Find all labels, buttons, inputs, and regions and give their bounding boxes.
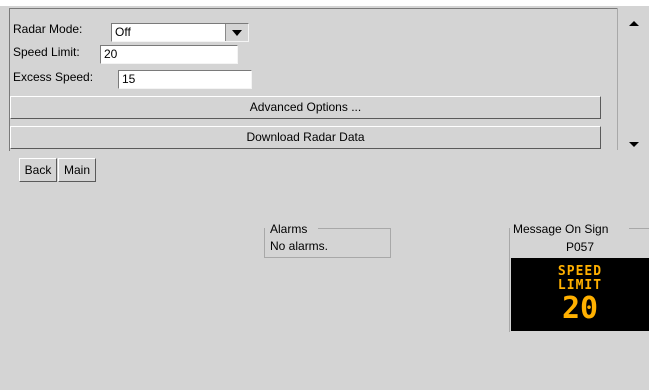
- radar-mode-label: Radar Mode:: [13, 22, 83, 36]
- sign-title: Message On Sign: [513, 222, 611, 236]
- speed-limit-label: Speed Limit:: [13, 45, 80, 59]
- advanced-options-button[interactable]: Advanced Options ...: [10, 96, 601, 119]
- excess-speed-label: Excess Speed:: [13, 70, 94, 84]
- main-button[interactable]: Main: [58, 158, 96, 182]
- sign-display: SPEED LIMIT 20: [511, 258, 649, 331]
- sign-group-left-border: [509, 228, 510, 332]
- chevron-down-icon[interactable]: [225, 24, 248, 41]
- radar-settings-panel: Radar Mode: Off Speed Limit: 20 Excess S…: [9, 8, 618, 151]
- sign-line-1: SPEED: [557, 264, 603, 279]
- sign-group-top-border: [629, 228, 649, 229]
- sign-line-3: 20: [561, 291, 599, 326]
- excess-speed-field[interactable]: 15: [118, 70, 252, 89]
- sign-id: P057: [566, 240, 595, 254]
- window: Radar Mode: Off Speed Limit: 20 Excess S…: [0, 0, 649, 390]
- alarms-group-top-border: [318, 228, 390, 229]
- vertical-scrollbar[interactable]: [617, 8, 649, 153]
- back-button[interactable]: Back: [19, 158, 57, 182]
- radar-mode-value: Off: [115, 25, 131, 39]
- speed-limit-field[interactable]: 20: [100, 45, 238, 64]
- alarms-status-text: No alarms.: [270, 239, 329, 253]
- download-radar-data-button[interactable]: Download Radar Data: [10, 126, 601, 149]
- alarms-title: Alarms: [270, 222, 310, 236]
- radar-mode-select[interactable]: Off: [111, 23, 249, 42]
- arrow-up-icon[interactable]: [620, 14, 648, 32]
- top-strip: [0, 0, 649, 6]
- arrow-down-icon[interactable]: [620, 135, 648, 153]
